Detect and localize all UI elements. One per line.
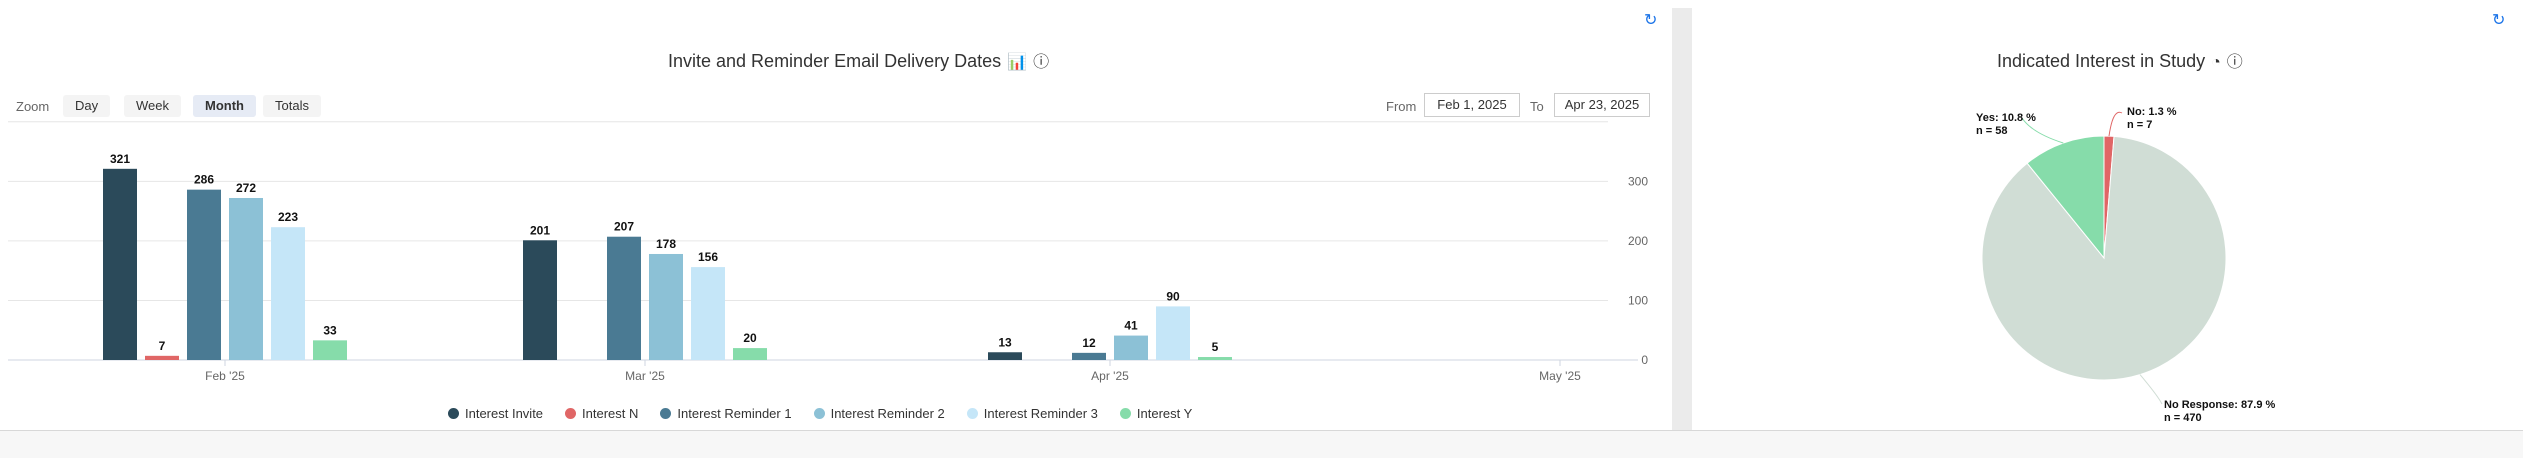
legend-label: Interest Invite xyxy=(465,406,544,421)
pie-label: No Response: 87.9 % xyxy=(2164,399,2275,411)
legend-swatch xyxy=(660,408,672,419)
bar-interest-invite[interactable] xyxy=(523,240,557,360)
legend-item-interest-reminder-2[interactable]: Interest Reminder 2 xyxy=(813,406,945,421)
legend-label: Interest Y xyxy=(1136,406,1193,421)
bar-chart: 0 100 200 300 321 201 13 7 286 207 12 272 178 41 223 15… xyxy=(8,121,1648,383)
x-tick-label: May '25 xyxy=(1539,369,1581,383)
bar-data-label: 41 xyxy=(1124,319,1138,333)
pie-label-percent: 1.3 % xyxy=(2148,106,2176,118)
bar-interest-invite[interactable] xyxy=(988,352,1022,360)
bar-interest-reminder-3[interactable] xyxy=(691,267,725,360)
legend-swatch xyxy=(448,408,459,419)
pie-leader-line xyxy=(2139,374,2163,405)
pie-label-name: Yes xyxy=(1976,112,1995,124)
delivery-dates-panel: Invite and Reminder Email Delivery Dates… xyxy=(8,8,1672,438)
bar-interest-reminder-1[interactable] xyxy=(187,189,221,360)
bar-panel-link-icon[interactable]: ↻ xyxy=(1644,10,1657,30)
legend-swatch xyxy=(1119,408,1131,419)
bar-data-label: 12 xyxy=(1082,336,1096,350)
torn-edge xyxy=(0,430,2523,458)
pie-label-separator: : xyxy=(1995,112,2002,124)
pie-label-name: No Response xyxy=(2164,399,2234,411)
legend-item-interest-reminder-1[interactable]: Interest Reminder 1 xyxy=(660,406,792,421)
pie-label-name: No xyxy=(2127,106,2142,118)
bar-data-label: 33 xyxy=(323,323,337,337)
bar-interest-reminder-1[interactable] xyxy=(607,236,641,360)
legend-label: Interest N xyxy=(582,406,639,421)
y-tick-label: 0 xyxy=(1641,353,1648,367)
pie-label-percent: 87.9 % xyxy=(2241,399,2275,411)
bar-data-label: 223 xyxy=(278,210,298,224)
pie-label: Yes: 10.8 % xyxy=(1976,112,2036,124)
bar-data-label: 90 xyxy=(1166,289,1180,303)
x-tick-label: Mar '25 xyxy=(625,369,665,383)
legend-label: Interest Reminder 3 xyxy=(983,406,1098,421)
pie-label-count: n = 470 xyxy=(2164,412,2202,424)
pie-chart: No: 1.3 %n = 7No Response: 87.9 %n = 470… xyxy=(1976,106,2275,424)
pie-label-count: n = 7 xyxy=(2127,119,2152,131)
pie-label-percent: 10.8 % xyxy=(2002,112,2036,124)
x-tick-label: Apr '25 xyxy=(1091,369,1129,383)
bar-interest-reminder-2[interactable] xyxy=(1114,335,1148,360)
bar-data-label: 286 xyxy=(194,173,214,187)
bar-interest-y[interactable] xyxy=(1198,357,1232,360)
y-tick-label: 200 xyxy=(1628,234,1648,248)
pie-panel-link-icon[interactable]: ↻ xyxy=(2492,10,2505,30)
pie-label-separator: : xyxy=(2142,106,2149,118)
bar-interest-reminder-1[interactable] xyxy=(1072,352,1106,360)
legend-swatch xyxy=(565,408,577,419)
bar-data-label: 20 xyxy=(743,331,757,345)
bar-data-label: 156 xyxy=(698,250,718,264)
pie-label: No: 1.3 % xyxy=(2127,106,2177,118)
legend-item-interest-reminder-3[interactable]: Interest Reminder 3 xyxy=(966,406,1098,421)
y-tick-label: 100 xyxy=(1628,293,1648,307)
bar-interest-y[interactable] xyxy=(733,348,767,360)
bar-data-label: 207 xyxy=(614,220,634,234)
bar-interest-n[interactable] xyxy=(145,355,179,360)
x-tick-label: Feb '25 xyxy=(205,369,245,383)
bar-legend: Interest Invite Interest N Interest Remind… xyxy=(448,406,1214,421)
panel-divider xyxy=(1672,8,1692,438)
legend-label: Interest Reminder 2 xyxy=(830,406,945,421)
bar-interest-reminder-3[interactable] xyxy=(271,227,305,360)
legend-item-interest-y[interactable]: Interest Y xyxy=(1119,406,1193,421)
legend-swatch xyxy=(813,408,825,419)
legend-item-interest-invite[interactable]: Interest Invite xyxy=(448,406,543,421)
bar-data-label: 5 xyxy=(1212,340,1219,354)
pie-label-count: n = 58 xyxy=(1976,125,2008,137)
bar-interest-reminder-3[interactable] xyxy=(1156,306,1190,360)
bar-data-label: 201 xyxy=(530,223,550,237)
legend-item-interest-n[interactable]: Interest N xyxy=(565,406,638,421)
bar-data-label: 272 xyxy=(236,181,256,195)
interest-panel: Indicated Interest in Study ◔ ⓘ No: 1.3 % n… xyxy=(1692,8,2515,438)
bar-interest-reminder-2[interactable] xyxy=(229,197,263,360)
bar-interest-invite[interactable] xyxy=(103,168,137,360)
bar-data-label: 13 xyxy=(998,335,1012,349)
bar-data-label: 178 xyxy=(656,237,676,251)
bar-data-label: 7 xyxy=(159,339,166,353)
bar-interest-y[interactable] xyxy=(313,340,347,360)
legend-swatch xyxy=(966,408,978,419)
pie-leader-line xyxy=(2108,111,2123,137)
legend-label: Interest Reminder 1 xyxy=(677,406,792,421)
pie-label-separator: : xyxy=(2234,399,2241,411)
bar-data-label: 321 xyxy=(110,152,130,166)
bar-interest-reminder-2[interactable] xyxy=(649,253,683,360)
y-tick-label: 300 xyxy=(1628,174,1648,188)
